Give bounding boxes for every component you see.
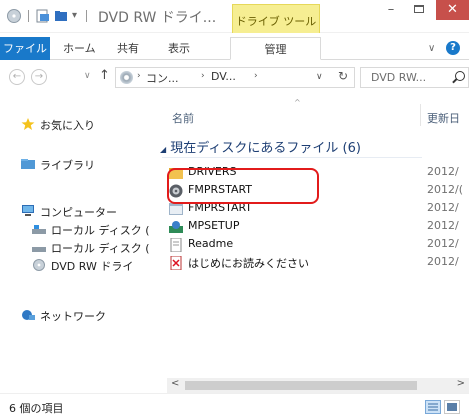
- close-button[interactable]: ✕: [436, 0, 469, 20]
- address-dropdown[interactable]: ∨: [316, 72, 323, 82]
- group-divider: [162, 157, 422, 158]
- file-row[interactable]: MPSETUP 2012/: [169, 218, 469, 236]
- setup-icon: [169, 221, 183, 233]
- column-divider[interactable]: [420, 104, 421, 126]
- up-one-level-button[interactable]: ↑: [99, 68, 110, 83]
- file-row[interactable]: はじめにお読みください 2012/: [169, 254, 469, 272]
- maximize-button[interactable]: [405, 0, 433, 20]
- tab-share[interactable]: 共有: [117, 37, 139, 60]
- text-document-icon: [170, 238, 182, 252]
- tab-home[interactable]: ホーム: [63, 37, 96, 60]
- library-icon: [21, 159, 35, 169]
- status-bar: 6 個の項目: [0, 393, 469, 419]
- tab-view[interactable]: 表示: [168, 37, 190, 60]
- nav-computer-label: コンピューター: [40, 206, 117, 219]
- pdf-icon: [170, 256, 182, 270]
- details-view-icon: [428, 403, 438, 411]
- back-button[interactable]: ←: [9, 69, 25, 85]
- sort-ascending-icon: ^: [294, 98, 301, 107]
- column-header-name[interactable]: 名前: [172, 110, 194, 126]
- breadcrumb-separator[interactable]: ›: [137, 71, 141, 81]
- large-icons-view-icon: [447, 403, 457, 411]
- breadcrumb-separator[interactable]: ›: [201, 71, 205, 81]
- file-name: MPSETUP: [188, 219, 240, 232]
- refresh-icon[interactable]: ↻: [338, 69, 348, 83]
- file-name: Readme: [188, 237, 234, 250]
- nav-network-label: ネットワーク: [40, 310, 106, 323]
- item-count: 6 個の項目: [9, 402, 64, 415]
- horizontal-scrollbar[interactable]: < >: [167, 378, 469, 393]
- minimize-button[interactable]: –: [377, 0, 405, 20]
- file-date: 2012/(: [427, 183, 463, 196]
- collapse-group-icon[interactable]: ◢: [160, 145, 166, 154]
- nav-dvd-drive-label: DVD RW ドライ: [51, 260, 134, 273]
- nav-favorites-label: お気に入り: [40, 119, 95, 132]
- breadcrumb-separator[interactable]: ›: [254, 71, 258, 81]
- computer-icon: [22, 205, 34, 216]
- address-row: ← → ∨ ↑ › コン... › DV... › ∨ ↻ DVD RW...: [0, 60, 469, 94]
- nav-local-disk-1-label: ローカル ディスク (: [51, 224, 150, 237]
- nav-local-disk-2-label: ローカル ディスク (: [51, 242, 150, 255]
- quick-access-separator: [28, 10, 29, 22]
- local-disk-icon: [32, 247, 46, 252]
- quick-access-dropdown[interactable]: ▾: [72, 10, 77, 21]
- star-icon: [21, 118, 35, 130]
- title-bar[interactable]: ▾ DVD RW ドライ... ドライブ ツール – ✕: [0, 0, 469, 33]
- file-date: 2012/: [427, 165, 459, 178]
- highlight-annotation: [167, 168, 319, 204]
- help-icon[interactable]: ?: [446, 41, 460, 55]
- disc-icon: [120, 71, 133, 84]
- file-row[interactable]: Readme 2012/: [169, 236, 469, 254]
- disc-icon[interactable]: [7, 9, 21, 23]
- local-disk-icon: [32, 225, 46, 234]
- properties-icon[interactable]: [36, 9, 50, 23]
- large-icons-view-button[interactable]: [444, 400, 460, 414]
- expand-ribbon-chevron-icon[interactable]: ∨: [428, 43, 435, 54]
- forward-button[interactable]: →: [31, 69, 47, 85]
- breadcrumb-computer[interactable]: コン...: [146, 70, 179, 86]
- column-header-date[interactable]: 更新日: [427, 110, 460, 126]
- scroll-left-button[interactable]: <: [171, 378, 179, 389]
- scroll-right-button[interactable]: >: [457, 378, 465, 389]
- file-date: 2012/: [427, 255, 459, 268]
- address-bar[interactable]: › コン... › DV... › ∨ ↻: [115, 67, 355, 88]
- network-icon: [22, 310, 35, 320]
- breadcrumb-dvd[interactable]: DV...: [211, 70, 236, 83]
- window-title: DVD RW ドライ...: [98, 10, 217, 26]
- details-view-button[interactable]: [425, 400, 441, 414]
- maximize-icon: [414, 5, 424, 13]
- group-header[interactable]: ◢ 現在ディスクにあるファイル (6): [160, 137, 361, 156]
- title-separator: [86, 10, 87, 22]
- dvd-drive-icon: [33, 259, 45, 271]
- application-icon: [169, 203, 183, 215]
- context-tab-drive-tools[interactable]: ドライブ ツール: [232, 4, 320, 33]
- recent-locations-dropdown[interactable]: ∨: [84, 71, 91, 81]
- ribbon-tabs: ファイル ホーム 共有 表示 管理 ∨ ?: [0, 33, 469, 60]
- file-name: はじめにお読みください: [188, 257, 309, 270]
- nav-libraries-label: ライブラリ: [40, 159, 95, 172]
- search-placeholder: DVD RW...: [371, 71, 427, 84]
- search-icon[interactable]: [455, 71, 465, 81]
- new-folder-icon[interactable]: [54, 9, 68, 23]
- scroll-thumb[interactable]: [185, 381, 417, 390]
- file-date: 2012/: [427, 201, 459, 214]
- navigation-pane: お気に入り ライブラリ コンピューター ローカル ディスク ( ローカル ディス…: [0, 94, 157, 389]
- explorer-window: ▾ DVD RW ドライ... ドライブ ツール – ✕ ファイル ホーム 共有…: [0, 0, 469, 419]
- group-header-label: 現在ディスクにあるファイル (6): [170, 141, 361, 156]
- tab-file[interactable]: ファイル: [0, 37, 50, 60]
- file-list: ^ 名前 更新日 ◢ 現在ディスクにあるファイル (6) DRIVERS 201…: [157, 94, 469, 386]
- search-input[interactable]: DVD RW...: [360, 67, 469, 88]
- file-date: 2012/: [427, 237, 459, 250]
- tab-manage[interactable]: 管理: [230, 37, 321, 60]
- file-date: 2012/: [427, 219, 459, 232]
